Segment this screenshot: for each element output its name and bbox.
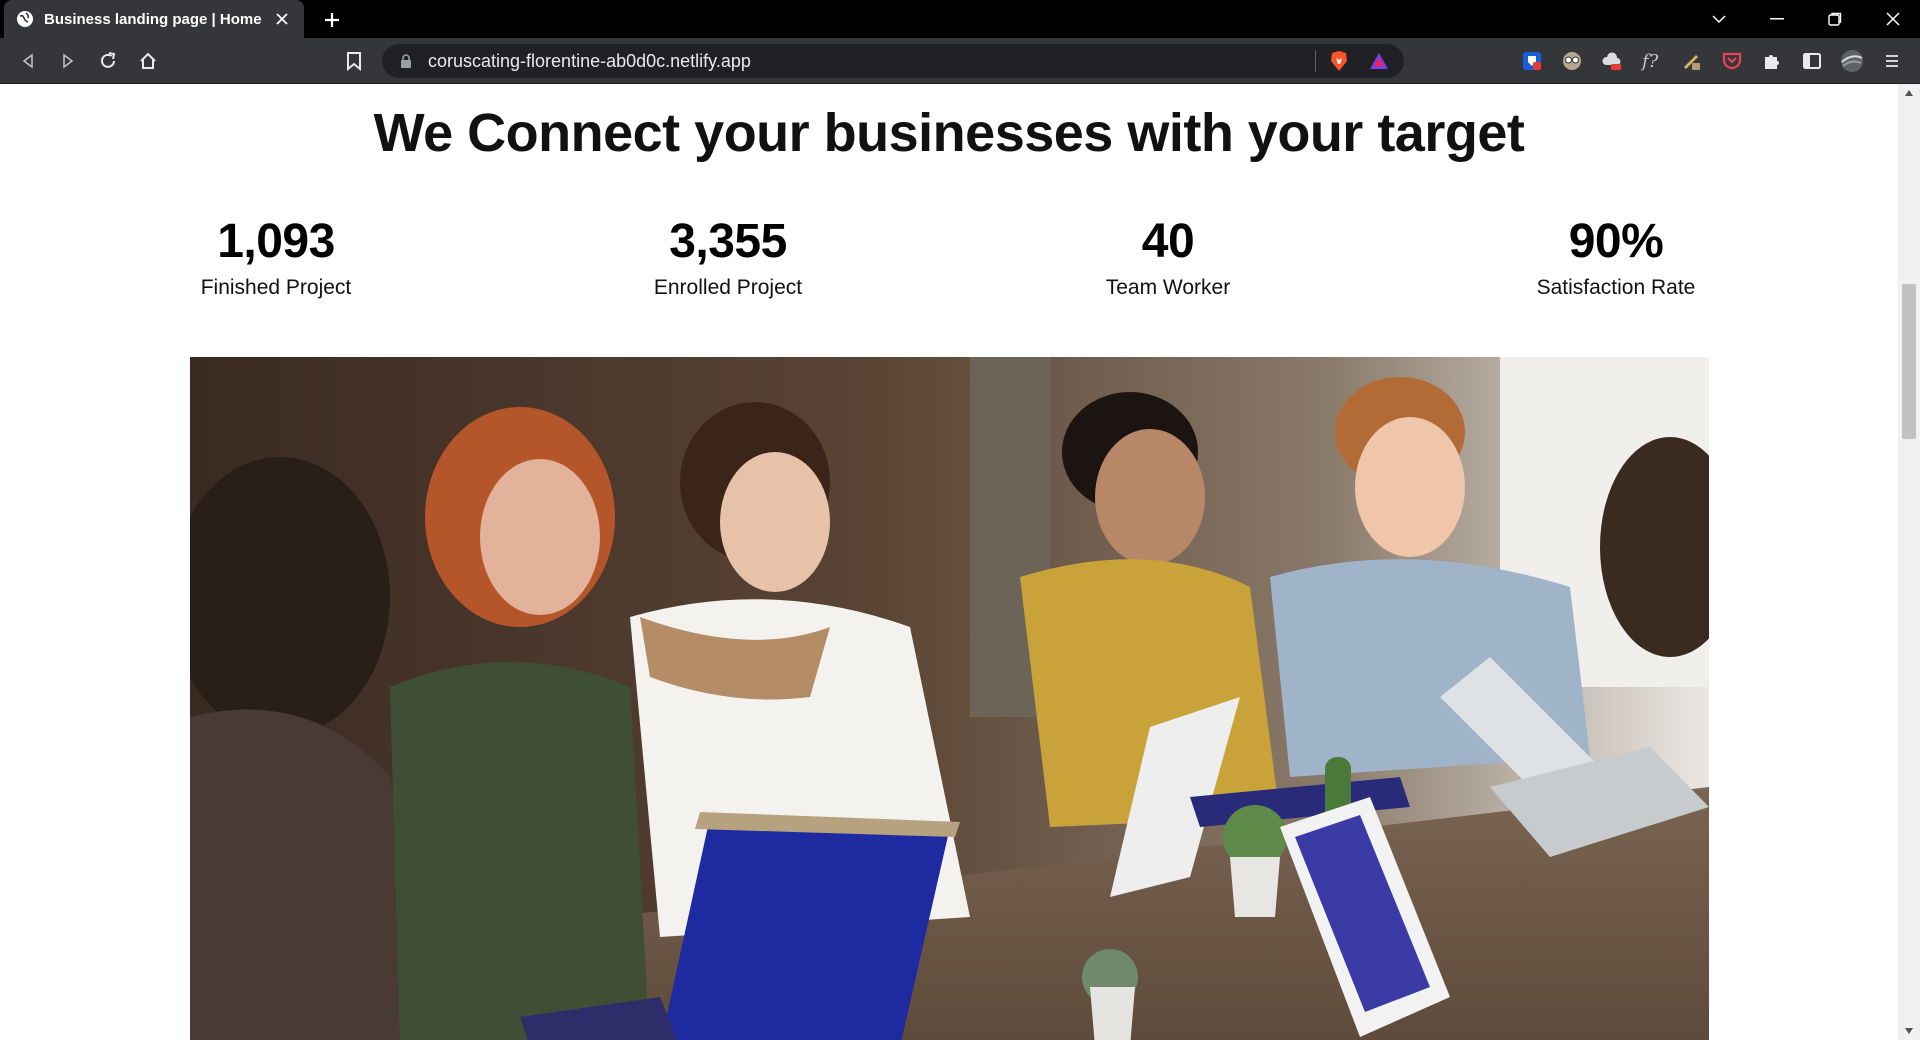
new-tab-button[interactable] — [318, 6, 346, 34]
reload-icon[interactable] — [94, 47, 122, 75]
forward-icon[interactable] — [54, 47, 82, 75]
minimize-button[interactable] — [1748, 0, 1806, 38]
lock-icon[interactable] — [398, 53, 414, 69]
title-bar: Business landing page | Home — [0, 0, 1920, 38]
brave-shields-icon[interactable] — [1326, 48, 1352, 74]
stat-satisfaction-rate: 90% Satisfaction Rate — [1456, 214, 1776, 300]
tab-search-chevron-icon[interactable] — [1690, 0, 1748, 38]
stat-value: 90% — [1568, 215, 1664, 268]
stat-label: Enrolled Project — [653, 276, 803, 299]
stat-value: 1,093 — [217, 215, 335, 268]
function-extension-icon[interactable]: f? — [1638, 47, 1666, 75]
stat-finished-project: 1,093 Finished Project — [116, 214, 436, 300]
profile-avatar-icon[interactable] — [1838, 47, 1866, 75]
scroll-up-arrow-icon[interactable] — [1898, 84, 1920, 102]
stat-enrolled-project: 3,355 Enrolled Project — [568, 214, 888, 300]
vertical-scrollbar[interactable] — [1898, 84, 1920, 1040]
team-meeting-photo — [190, 357, 1709, 1040]
sidebar-toggle-icon[interactable] — [1798, 47, 1826, 75]
globe-icon — [16, 10, 34, 28]
close-tab-icon[interactable] — [272, 9, 292, 29]
extensions-puzzle-icon[interactable] — [1758, 47, 1786, 75]
browser-tab[interactable]: Business landing page | Home — [4, 0, 304, 38]
section-headline: We Connect your businesses with your tar… — [373, 103, 1525, 163]
glasses-extension-icon[interactable] — [1558, 47, 1586, 75]
stat-value: 40 — [1141, 215, 1195, 268]
address-divider — [1315, 50, 1316, 72]
page-viewport: We Connect your businesses with your tar… — [0, 84, 1920, 1040]
bitwarden-extension-icon[interactable] — [1518, 47, 1546, 75]
restore-button[interactable] — [1806, 0, 1864, 38]
stat-label: Satisfaction Rate — [1536, 276, 1696, 299]
scrollbar-thumb[interactable] — [1902, 284, 1916, 439]
tab-title: Business landing page | Home — [44, 10, 262, 28]
stat-value: 3,355 — [669, 215, 787, 268]
url-text[interactable]: coruscating-florentine-ab0d0c.netlify.ap… — [428, 51, 1315, 72]
stat-label: Team Worker — [1105, 276, 1231, 299]
cloud-extension-icon[interactable] — [1598, 47, 1626, 75]
close-window-button[interactable] — [1864, 0, 1920, 38]
scroll-down-arrow-icon[interactable] — [1898, 1022, 1920, 1040]
back-icon[interactable] — [14, 47, 42, 75]
pen-extension-icon[interactable] — [1678, 47, 1706, 75]
brave-rewards-icon[interactable] — [1366, 48, 1392, 74]
svg-text:f?: f? — [1640, 51, 1659, 72]
stat-team-worker: 40 Team Worker — [1008, 214, 1328, 300]
home-icon[interactable] — [134, 47, 162, 75]
stat-label: Finished Project — [200, 276, 352, 299]
browser-toolbar: coruscating-florentine-ab0d0c.netlify.ap… — [0, 38, 1920, 84]
address-bar[interactable]: coruscating-florentine-ab0d0c.netlify.ap… — [382, 44, 1404, 78]
bookmark-icon[interactable] — [340, 47, 368, 75]
menu-icon[interactable] — [1878, 47, 1906, 75]
pocket-extension-icon[interactable] — [1718, 47, 1746, 75]
